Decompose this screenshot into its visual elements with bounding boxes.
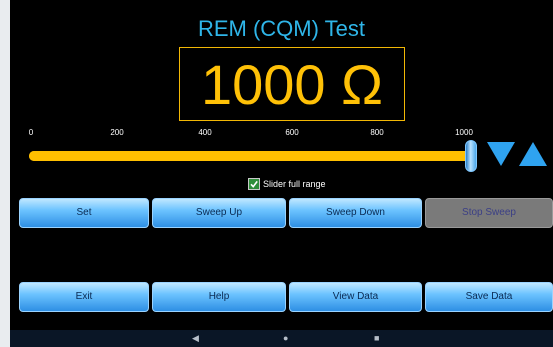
slider-thumb[interactable] [465,140,477,172]
slider-tick-label: 1000 [455,128,473,137]
sweep-up-button[interactable]: Sweep Up [152,198,286,228]
slider-tick-label: 600 [285,128,299,137]
save-data-button[interactable]: Save Data [425,282,553,312]
increase-button[interactable] [518,138,548,168]
view-data-button[interactable]: View Data [289,282,422,312]
stop-sweep-button[interactable]: Stop Sweep [425,198,553,228]
resistance-slider[interactable] [29,138,477,174]
help-button[interactable]: Help [152,282,286,312]
decrease-button[interactable] [486,138,516,168]
slider-full-range-checkbox[interactable] [248,178,260,190]
slider-tick-label: 200 [110,128,124,137]
triangle-down-icon [487,142,515,166]
slider-fill [29,151,471,161]
resistance-readout: 1000 Ω [179,47,405,121]
sweep-down-button[interactable]: Sweep Down [289,198,422,228]
check-icon [250,180,258,188]
system-navigation-bar: ◀ ● ■ [10,330,553,347]
page-title: REM (CQM) Test [197,16,366,41]
exit-button[interactable]: Exit [19,282,149,312]
recents-icon[interactable]: ■ [374,334,379,343]
back-icon[interactable]: ◀ [192,334,199,343]
triangle-up-icon [519,142,547,166]
slider-tick-label: 800 [370,128,384,137]
set-button[interactable]: Set [19,198,149,228]
slider-tick-label: 400 [198,128,212,137]
home-icon[interactable]: ● [283,334,288,343]
app-screen: REM (CQM) Test 1000 Ω 0 200 400 600 800 … [10,0,553,330]
slider-full-range-label: Slider full range [263,179,326,189]
slider-tick-label: 0 [28,128,34,137]
resistance-value: 1000 Ω [201,53,383,116]
